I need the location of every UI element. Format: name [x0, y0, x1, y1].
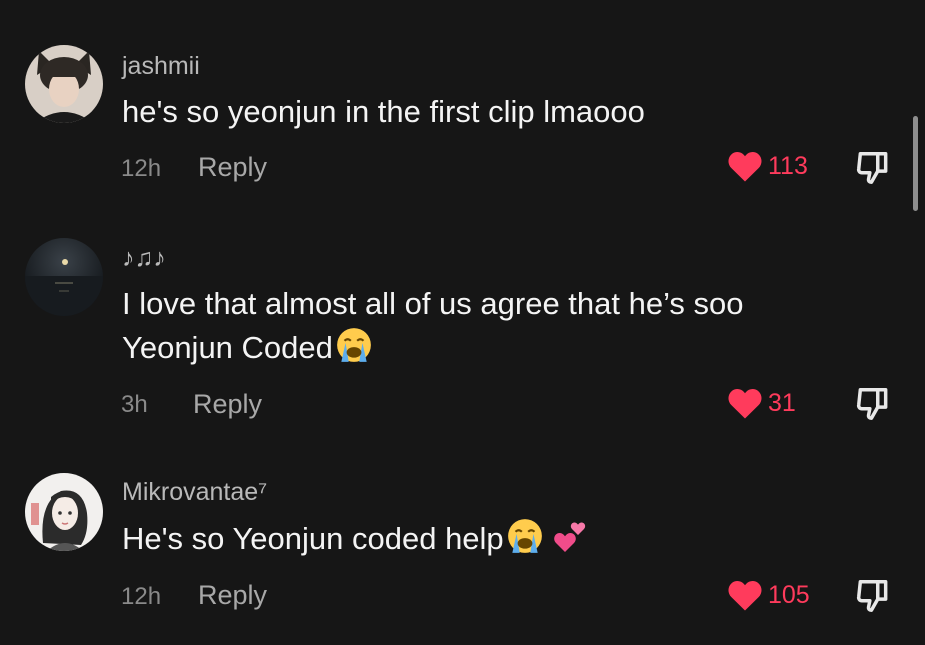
dislike-button[interactable]: [854, 576, 892, 616]
like-button[interactable]: 113: [726, 146, 808, 186]
comment-text-content: he's so yeonjun in the first clip lmaooo: [122, 94, 645, 129]
reply-button[interactable]: Reply: [198, 580, 267, 611]
comment-username[interactable]: ♪♫♪: [122, 244, 166, 273]
reply-button[interactable]: Reply: [193, 389, 262, 420]
reply-button[interactable]: Reply: [198, 152, 267, 183]
user-avatar[interactable]: [25, 45, 103, 123]
loudly-crying-face-icon: [506, 517, 544, 567]
like-count: 31: [768, 388, 796, 417]
user-avatar[interactable]: [25, 473, 103, 551]
dislike-button[interactable]: [854, 148, 892, 188]
two-hearts-icon: [552, 519, 588, 567]
like-button[interactable]: 31: [726, 383, 796, 423]
comment-username[interactable]: Mikrovantae⁷: [122, 478, 267, 507]
like-count: 105: [768, 580, 810, 609]
comment-text: He's so Yeonjun coded help: [122, 517, 842, 567]
thumbs-down-icon: [856, 388, 888, 420]
thumbs-down-icon: [856, 152, 888, 184]
heart-icon: [728, 152, 762, 182]
loudly-crying-face-icon: [335, 326, 373, 376]
thumbs-down-icon: [856, 580, 888, 612]
dislike-button[interactable]: [854, 384, 892, 424]
comment-timestamp: 12h: [121, 155, 162, 182]
like-count: 113: [768, 151, 808, 180]
like-button[interactable]: 105: [726, 575, 810, 615]
comment-text: he's so yeonjun in the first clip lmaooo: [122, 90, 842, 134]
scrollbar[interactable]: [913, 116, 918, 211]
user-avatar[interactable]: [25, 238, 103, 316]
comment-text-content: I love that almost all of us agree that …: [122, 286, 744, 365]
comment-timestamp: 12h: [121, 583, 162, 610]
comment-text: I love that almost all of us agree that …: [122, 282, 842, 376]
heart-icon: [728, 581, 762, 611]
comment-text-content: He's so Yeonjun coded help: [122, 521, 504, 556]
comment-username[interactable]: jashmii: [122, 52, 200, 81]
heart-icon: [728, 389, 762, 419]
comment-timestamp: 3h: [121, 391, 148, 418]
